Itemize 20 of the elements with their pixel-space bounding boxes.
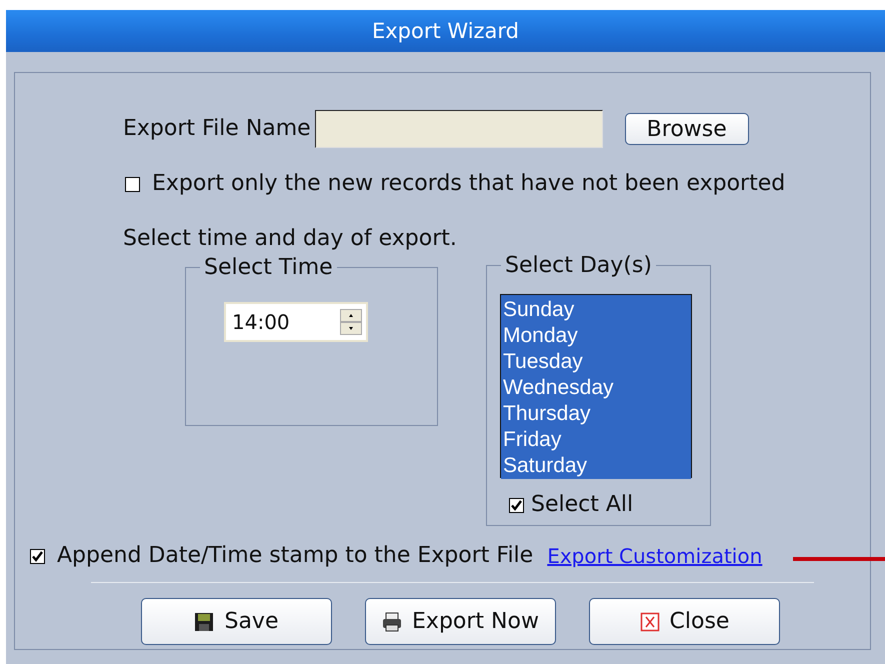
checkbox-label: Export only the new records that have not been exported xyxy=(152,171,786,197)
window-title: Export Wizard xyxy=(372,18,520,44)
field-label: Export File Name xyxy=(123,116,311,142)
export-button[interactable]: Export Now xyxy=(365,598,556,645)
group-title: Select Day(s) xyxy=(501,253,656,279)
close-icon xyxy=(640,612,660,632)
checkbox[interactable] xyxy=(125,176,140,192)
checkbox-label: Append Date/Time stamp to the Export File xyxy=(57,543,534,569)
spin-arrows-icon[interactable] xyxy=(340,309,362,335)
checkbox-label: Select All xyxy=(531,492,634,518)
schedule-label: Select time and day of export. xyxy=(123,226,457,251)
browse-button[interactable]: Browse xyxy=(624,113,749,145)
close-button[interactable]: Close xyxy=(589,598,780,645)
checkbox[interactable] xyxy=(30,548,45,564)
save-button[interactable]: Save xyxy=(141,598,332,645)
file-name-field[interactable] xyxy=(314,110,603,148)
checkbox[interactable] xyxy=(509,498,524,512)
printer-icon xyxy=(382,612,402,632)
time-spinner[interactable]: 14:00 xyxy=(224,302,368,342)
customization-link[interactable]: Export Customization xyxy=(547,543,762,569)
